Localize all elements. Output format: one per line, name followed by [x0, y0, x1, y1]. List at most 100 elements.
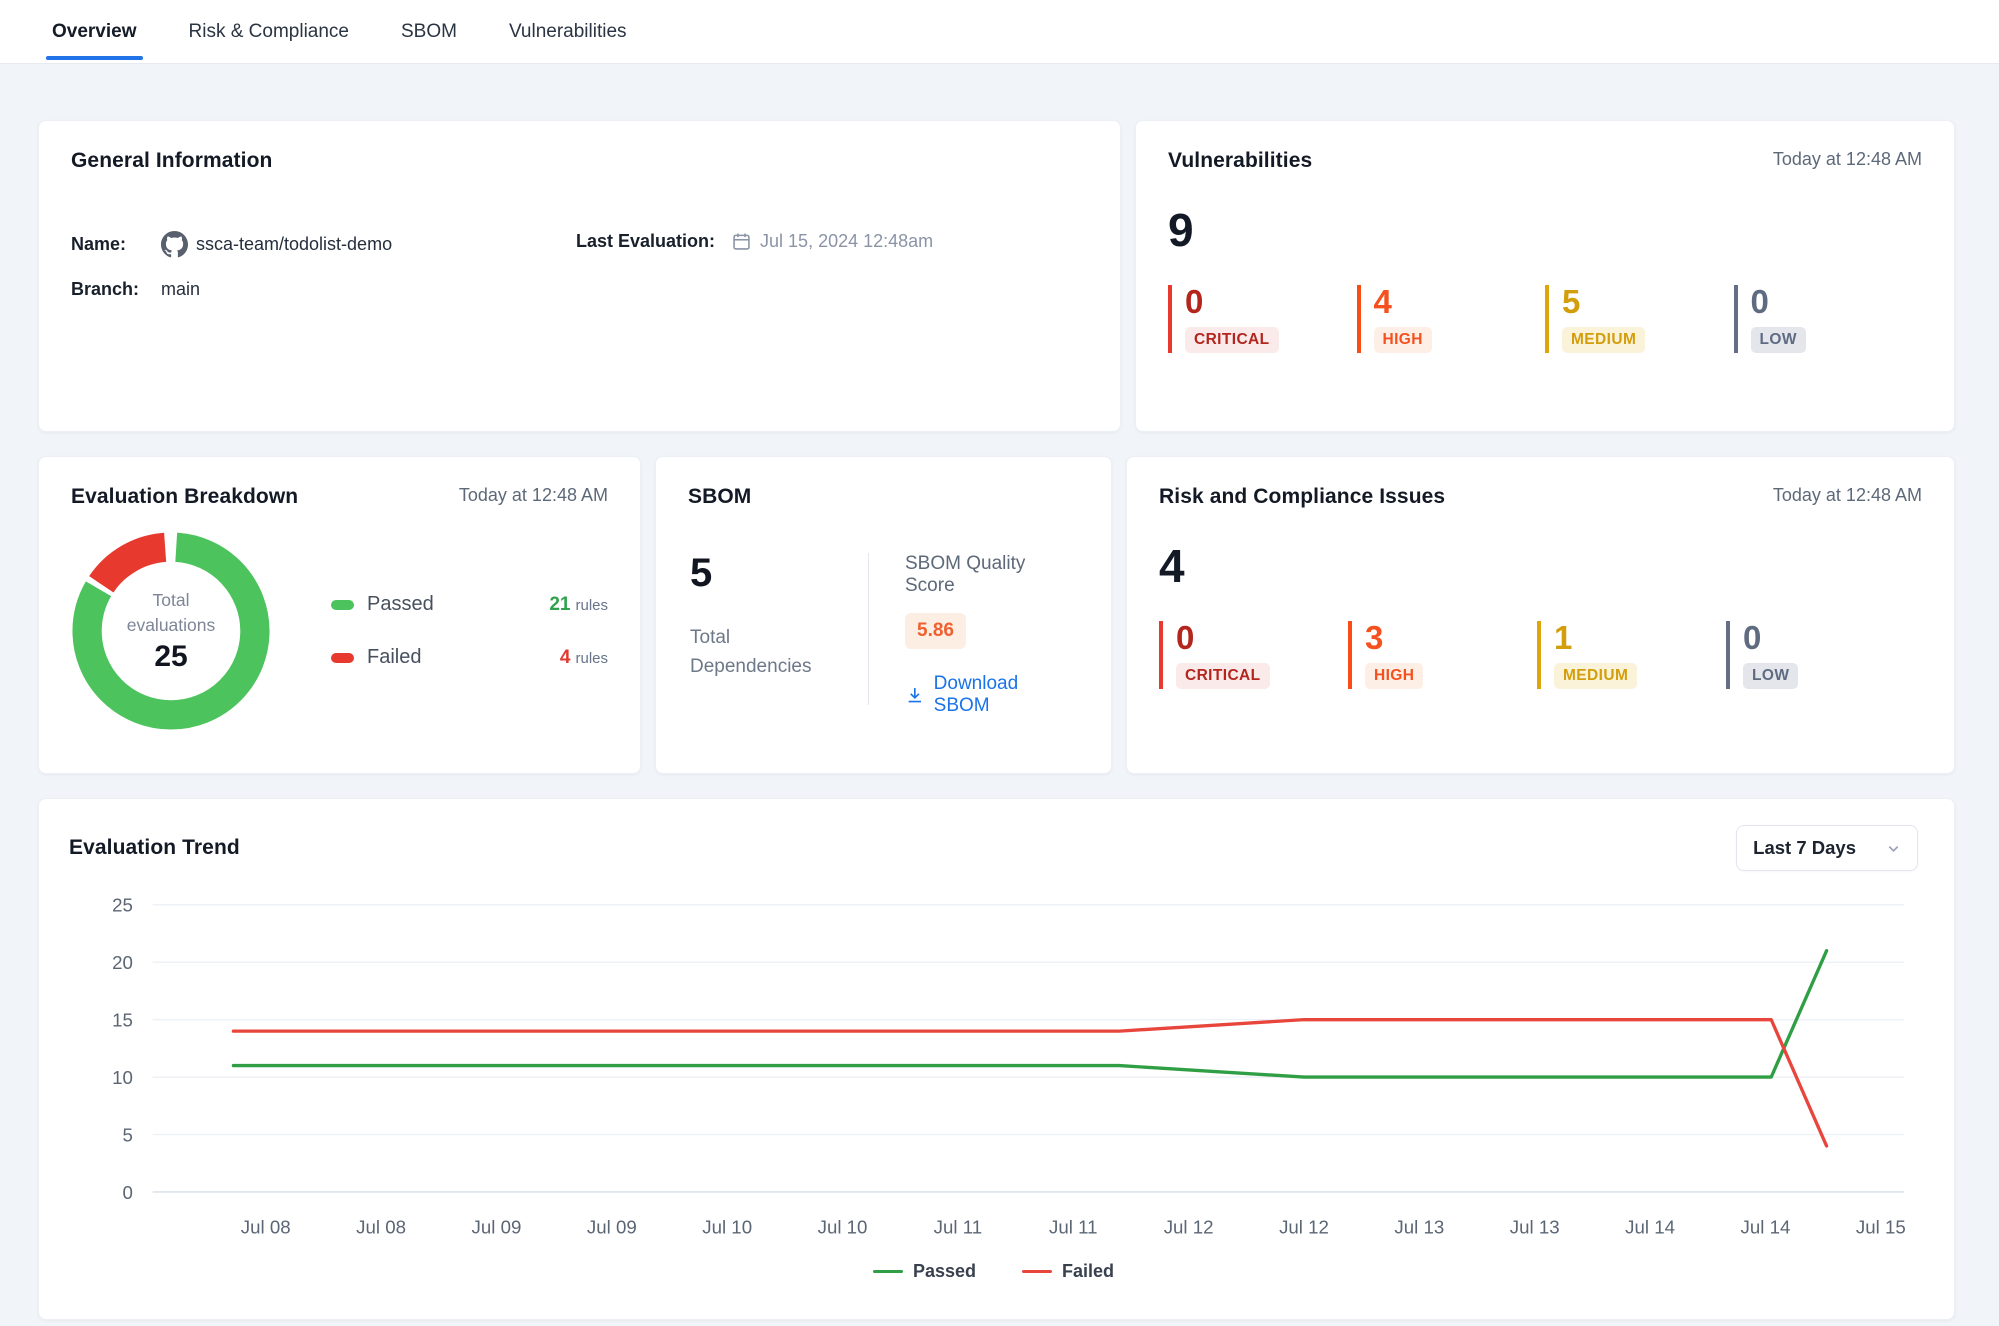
passed-label: Passed [367, 593, 536, 616]
risk-critical-badge: CRITICAL [1176, 663, 1270, 689]
svg-text:Jul 13: Jul 13 [1510, 1216, 1560, 1237]
svg-text:Jul 14: Jul 14 [1625, 1216, 1675, 1237]
risk-low-count: 0 [1743, 621, 1915, 654]
evaluations-donut-chart: Total evaluations 25 [71, 531, 271, 731]
overview-dashboard: General Information Name: ssca-team/todo… [0, 64, 1999, 1320]
svg-text:Jul 10: Jul 10 [702, 1216, 752, 1237]
svg-text:Jul 15: Jul 15 [1856, 1216, 1906, 1237]
risk-severity-row: 0 CRITICAL 3 HIGH 1 MEDIUM 0 LOW [1159, 621, 1922, 689]
donut-center-label-2: evaluations [127, 613, 216, 638]
svg-text:Jul 09: Jul 09 [472, 1216, 522, 1237]
tab-sbom[interactable]: SBOM [399, 0, 459, 63]
svg-text:Jul 10: Jul 10 [818, 1216, 868, 1237]
branch-row: Branch: main [71, 279, 576, 300]
critical-count: 0 [1185, 285, 1357, 318]
vulnerabilities-total: 9 [1168, 207, 1922, 253]
risk-severity-medium: 1 MEDIUM [1537, 621, 1726, 689]
svg-text:20: 20 [112, 952, 133, 973]
risk-low-badge: LOW [1743, 663, 1798, 689]
risk-severity-critical: 0 CRITICAL [1159, 621, 1348, 689]
high-badge: HIGH [1374, 327, 1432, 353]
passed-count: 21 [549, 594, 570, 615]
high-count: 4 [1374, 285, 1546, 318]
branch-value: main [161, 279, 200, 300]
svg-text:15: 15 [112, 1010, 133, 1031]
svg-text:Jul 11: Jul 11 [934, 1216, 982, 1237]
passed-unit: rules [575, 597, 608, 614]
failed-swatch [331, 653, 354, 663]
tab-risk-compliance-label: Risk & Compliance [189, 21, 350, 43]
evaluation-breakdown-title: Evaluation Breakdown [71, 485, 298, 509]
download-sbom-link[interactable]: Download SBOM [905, 673, 1077, 717]
total-dependencies-label: Total Dependencies [690, 623, 868, 682]
chevron-down-icon [1886, 841, 1901, 856]
legend-row-passed: Passed 21 rules [331, 593, 608, 616]
sbom-title: SBOM [688, 485, 751, 509]
vulnerabilities-card: Vulnerabilities Today at 12:48 AM 9 0 CR… [1135, 120, 1955, 432]
sbom-quality-score-value: 5.86 [905, 613, 966, 649]
trend-legend-failed: Failed [1022, 1261, 1114, 1282]
repo-name-value: ssca-team/todolist-demo [196, 234, 392, 255]
svg-text:Jul 11: Jul 11 [1049, 1216, 1097, 1237]
trend-failed-label: Failed [1062, 1261, 1114, 1282]
svg-text:Jul 14: Jul 14 [1741, 1216, 1791, 1237]
risk-compliance-timestamp: Today at 12:48 AM [1773, 485, 1922, 506]
tab-sbom-label: SBOM [401, 21, 457, 43]
failed-unit: rules [575, 650, 608, 667]
svg-text:10: 10 [112, 1067, 133, 1088]
tab-overview[interactable]: Overview [50, 0, 139, 63]
donut-center-total: 25 [154, 640, 187, 674]
failed-count: 4 [560, 647, 571, 668]
tab-vulnerabilities[interactable]: Vulnerabilities [507, 0, 629, 63]
medium-count: 5 [1562, 285, 1734, 318]
trend-chart: 0510152025Jul 08Jul 08Jul 09Jul 09Jul 10… [69, 891, 1918, 1257]
risk-critical-count: 0 [1176, 621, 1348, 654]
svg-text:Jul 12: Jul 12 [1279, 1216, 1329, 1237]
risk-severity-low: 0 LOW [1726, 621, 1915, 689]
low-count: 0 [1751, 285, 1923, 318]
trend-legend-passed: Passed [873, 1261, 976, 1282]
download-icon [905, 685, 925, 705]
svg-text:0: 0 [123, 1182, 133, 1203]
name-label: Name: [71, 234, 153, 255]
repo-name-row: Name: ssca-team/todolist-demo [71, 231, 576, 258]
risk-compliance-total: 4 [1159, 543, 1922, 589]
last-evaluation-row: Last Evaluation: Jul 15, 2024 12:48am [576, 231, 1088, 252]
tab-risk-compliance[interactable]: Risk & Compliance [187, 0, 352, 63]
passed-swatch [331, 600, 354, 610]
date-range-select[interactable]: Last 7 Days [1736, 825, 1918, 871]
tab-vulnerabilities-label: Vulnerabilities [509, 21, 627, 43]
svg-text:Jul 08: Jul 08 [241, 1216, 291, 1237]
calendar-icon [731, 231, 752, 252]
svg-text:5: 5 [123, 1124, 133, 1145]
severity-low: 0 LOW [1734, 285, 1923, 353]
donut-center-label-1: Total [153, 588, 190, 613]
vulnerabilities-timestamp: Today at 12:48 AM [1773, 149, 1922, 170]
svg-text:Jul 12: Jul 12 [1164, 1216, 1214, 1237]
vulnerabilities-severity-row: 0 CRITICAL 4 HIGH 5 MEDIUM 0 LOW [1168, 285, 1922, 353]
general-information-card: General Information Name: ssca-team/todo… [38, 120, 1121, 432]
trend-chart-legend: Passed Failed [69, 1261, 1918, 1282]
trend-passed-label: Passed [913, 1261, 976, 1282]
severity-critical: 0 CRITICAL [1168, 285, 1357, 353]
last-evaluation-label: Last Evaluation: [576, 231, 715, 252]
last-evaluation-value: Jul 15, 2024 12:48am [760, 231, 933, 252]
svg-text:Jul 09: Jul 09 [587, 1216, 637, 1237]
risk-severity-high: 3 HIGH [1348, 621, 1537, 689]
sbom-card: SBOM 5 Total Dependencies SBOM Quality S… [655, 456, 1112, 774]
total-dependencies-count: 5 [690, 553, 868, 593]
legend-row-failed: Failed 4rules [331, 646, 608, 669]
risk-compliance-title: Risk and Compliance Issues [1159, 485, 1445, 509]
evaluation-breakdown-timestamp: Today at 12:48 AM [459, 485, 608, 506]
evaluation-breakdown-card: Evaluation Breakdown Today at 12:48 AM T… [38, 456, 641, 774]
sbom-quality-score-label: SBOM Quality Score [905, 553, 1077, 597]
risk-medium-count: 1 [1554, 621, 1726, 654]
svg-text:25: 25 [112, 895, 133, 916]
severity-high: 4 HIGH [1357, 285, 1546, 353]
evaluation-breakdown-legend: Passed 21 rules Failed 4rules [331, 593, 608, 669]
passed-line-swatch [873, 1270, 903, 1274]
branch-label: Branch: [71, 279, 153, 300]
tab-bar: Overview Risk & Compliance SBOM Vulnerab… [0, 0, 1999, 64]
svg-text:Jul 13: Jul 13 [1394, 1216, 1444, 1237]
active-tab-indicator [46, 56, 143, 61]
